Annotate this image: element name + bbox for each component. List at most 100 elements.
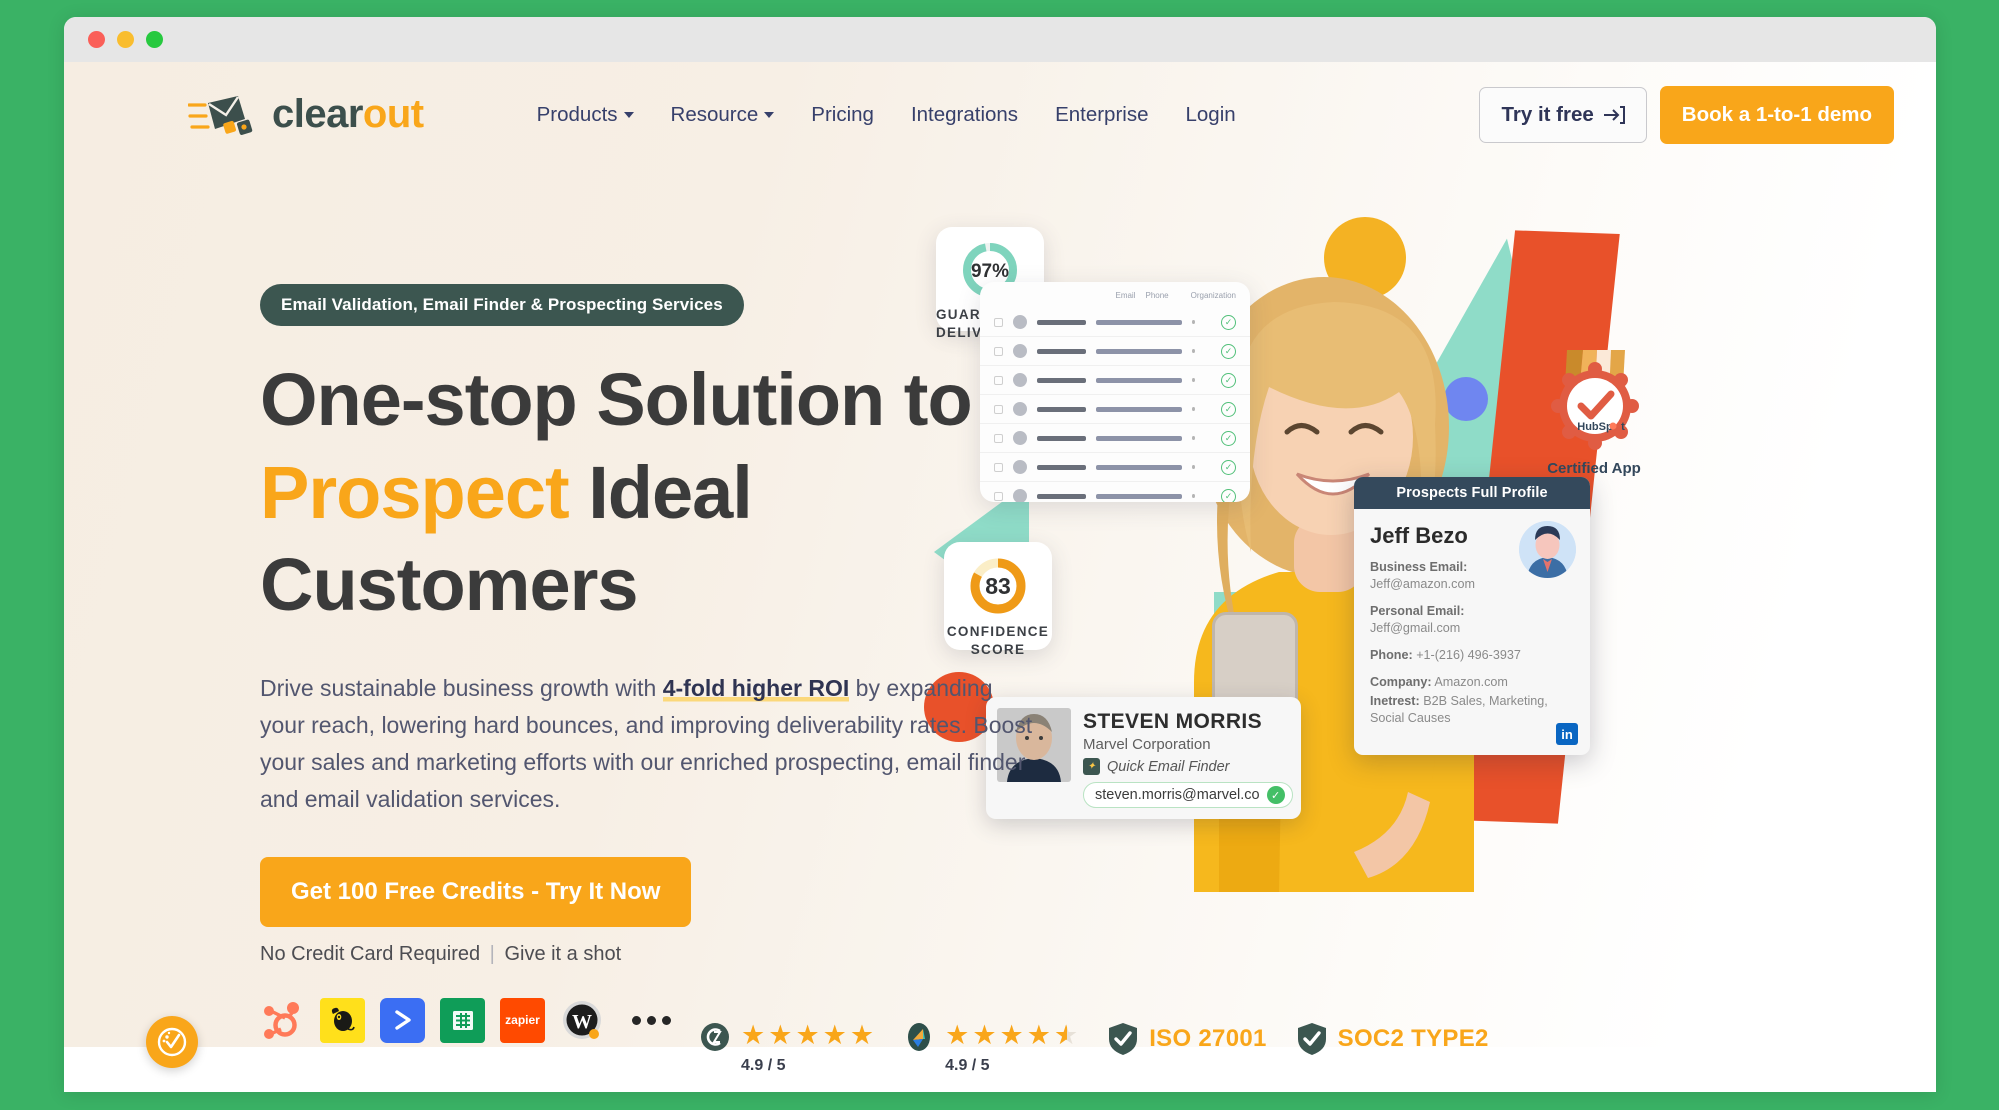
- paragraph-highlight-roi: 4-fold higher ROI: [662, 674, 850, 703]
- steven-company: Marvel Corporation: [1083, 736, 1211, 754]
- desktop-background: clearout Products Resource Pricing Integ…: [0, 0, 1999, 1110]
- login-arrow-icon: [1603, 105, 1625, 124]
- nav-item-login[interactable]: Login: [1186, 103, 1236, 127]
- row-email: [1095, 377, 1183, 383]
- page-title: One-stop Solution to Prospect Ideal Cust…: [260, 354, 1060, 632]
- main-navigation: Products Resource Pricing Integrations E…: [537, 103, 1236, 127]
- star-icon: ★: [999, 1020, 1024, 1050]
- maximize-window-button[interactable]: [146, 31, 163, 48]
- profile-field-personal-email: Personal Email: Jeff@gmail.com: [1370, 603, 1574, 637]
- hero-left-column: Email Validation, Email Finder & Prospec…: [260, 284, 1060, 1043]
- row-valid-icon: ✓: [1221, 459, 1236, 475]
- wordpress-icon[interactable]: W: [560, 998, 605, 1043]
- mailchimp-icon[interactable]: [320, 997, 365, 1043]
- zapier-icon[interactable]: zapier: [500, 997, 545, 1043]
- g2-icon: [701, 1023, 729, 1051]
- deliverables-value: 97%: [971, 261, 1009, 282]
- row-email: [1095, 348, 1183, 354]
- profile-card-title: Prospects Full Profile: [1354, 477, 1590, 509]
- row-valid-icon: ✓: [1221, 343, 1236, 359]
- nav-label-integrations: Integrations: [910, 102, 1019, 126]
- hero-eyebrow-badge: Email Validation, Email Finder & Prospec…: [260, 284, 744, 326]
- logo-text-out: out: [362, 92, 424, 136]
- star-half-icon: ★: [1054, 1022, 1078, 1050]
- row-phone: [1192, 436, 1195, 440]
- google-sheets-icon[interactable]: [440, 997, 485, 1043]
- try-it-free-label: Try it free: [1501, 102, 1594, 126]
- logo-text: clearout: [272, 92, 424, 137]
- star-icon: ★: [945, 1020, 970, 1050]
- profile-label-company: Company:: [1370, 675, 1432, 689]
- steven-name: STEVEN MORRIS: [1083, 710, 1263, 733]
- star-icon: ★: [768, 1020, 793, 1050]
- star-icon: ★: [795, 1020, 820, 1050]
- soc2-label: SOC2 TYPE2: [1337, 1025, 1489, 1052]
- nav-label-resource: Resource: [670, 102, 759, 126]
- header-actions: Try it free Book a 1-to-1 demo: [1479, 85, 1894, 144]
- row-valid-icon: ✓: [1221, 488, 1236, 502]
- linkedin-icon[interactable]: in: [1556, 723, 1578, 745]
- page-viewport: clearout Products Resource Pricing Integ…: [64, 62, 1936, 1092]
- nav-label-pricing: Pricing: [811, 102, 874, 126]
- browser-titlebar: [64, 17, 1936, 62]
- hubspot-icon[interactable]: [260, 998, 305, 1043]
- row-valid-icon: ✓: [1221, 372, 1236, 388]
- nav-item-pricing[interactable]: Pricing: [811, 103, 874, 127]
- close-window-button[interactable]: [88, 31, 105, 48]
- g2-rating: 4.9 / 5: [741, 1057, 786, 1074]
- row-email: [1095, 406, 1183, 412]
- table-header-email: Email: [1115, 290, 1136, 300]
- book-demo-button[interactable]: Book a 1-to-1 demo: [1659, 85, 1894, 144]
- profile-value-business-email: Jeff@amazon.com: [1370, 577, 1475, 591]
- hubspot-badge-caption: Certified App: [1547, 460, 1641, 477]
- hubspot-medal-icon: HubSp t: [1551, 350, 1639, 450]
- trust-item-iso: ISO 27001: [1108, 1022, 1266, 1056]
- paragraph-part1: Drive sustainable business growth with: [260, 674, 663, 701]
- envelope-speed-icon: [188, 95, 253, 135]
- nav-item-enterprise[interactable]: Enterprise: [1055, 103, 1148, 127]
- star-icon: ★: [741, 1020, 766, 1050]
- nav-item-integrations[interactable]: Integrations: [911, 103, 1018, 127]
- hubspot-certified-badge: HubSp t Certified App: [1534, 342, 1654, 477]
- star-icon: ★: [822, 1020, 847, 1050]
- nav-label-products: Products: [536, 102, 618, 126]
- table-header-phone: Phone: [1145, 290, 1169, 300]
- green-check-icon: ✓: [1266, 786, 1285, 805]
- row-phone: [1192, 494, 1195, 498]
- try-it-free-button[interactable]: Try it free: [1479, 86, 1647, 143]
- profile-value-personal-email: Jeff@gmail.com: [1370, 621, 1461, 635]
- hero-paragraph: Drive sustainable business growth with 4…: [260, 670, 1035, 819]
- site-header: clearout Products Resource Pricing Integ…: [64, 62, 1936, 167]
- email-finder-icon: ✦: [1083, 758, 1100, 776]
- sendinblue-icon[interactable]: [380, 997, 425, 1043]
- profile-value-company: Amazon.com: [1434, 675, 1508, 689]
- table-header-organization: Organization: [1190, 290, 1236, 300]
- capterra-icon: [908, 1023, 931, 1051]
- hero-illustration: 97% GUARANTEED DELIVERABLES Email Phone …: [924, 192, 1904, 1022]
- nav-item-products[interactable]: Products: [537, 103, 634, 127]
- row-phone: [1192, 378, 1195, 382]
- iso-label: ISO 27001: [1149, 1025, 1267, 1052]
- accessibility-widget-button[interactable]: [146, 1016, 198, 1068]
- row-valid-icon: ✓: [1221, 430, 1236, 446]
- profile-label-personal-email: Personal Email:: [1370, 604, 1465, 618]
- row-phone: [1192, 407, 1195, 411]
- minimize-window-button[interactable]: [117, 31, 134, 48]
- row-email: [1095, 435, 1183, 441]
- quick-email-finder-row: ✦ Quick Email Finder: [1083, 758, 1293, 776]
- row-email: [1095, 319, 1183, 325]
- more-integrations-icon[interactable]: [632, 1015, 671, 1025]
- steven-email-pill: steven.morris@marvel.co ✓: [1083, 782, 1293, 809]
- profile-field-interest: Inetrest: B2B Sales, Marketing, Social C…: [1370, 693, 1574, 743]
- profile-card-body: Jeff Bezo Business Email: Jeff@amazon.co…: [1354, 509, 1590, 755]
- profile-label-phone: Phone:: [1370, 648, 1413, 662]
- get-free-credits-button[interactable]: Get 100 Free Credits - Try It Now: [260, 856, 692, 927]
- prospects-full-profile-card: Prospects Full Profile Jeff Bezo Busines…: [1354, 477, 1590, 755]
- profile-value-phone: +1-(216) 496-3937: [1416, 648, 1521, 662]
- row-phone: [1192, 465, 1195, 469]
- logo[interactable]: clearout: [188, 91, 424, 139]
- nav-item-resource[interactable]: Resource: [671, 103, 775, 127]
- profile-label-business-email: Business Email:: [1370, 560, 1468, 574]
- cta-note: No Credit Card Required | Give it a shot: [260, 943, 1060, 966]
- row-email: [1095, 464, 1183, 470]
